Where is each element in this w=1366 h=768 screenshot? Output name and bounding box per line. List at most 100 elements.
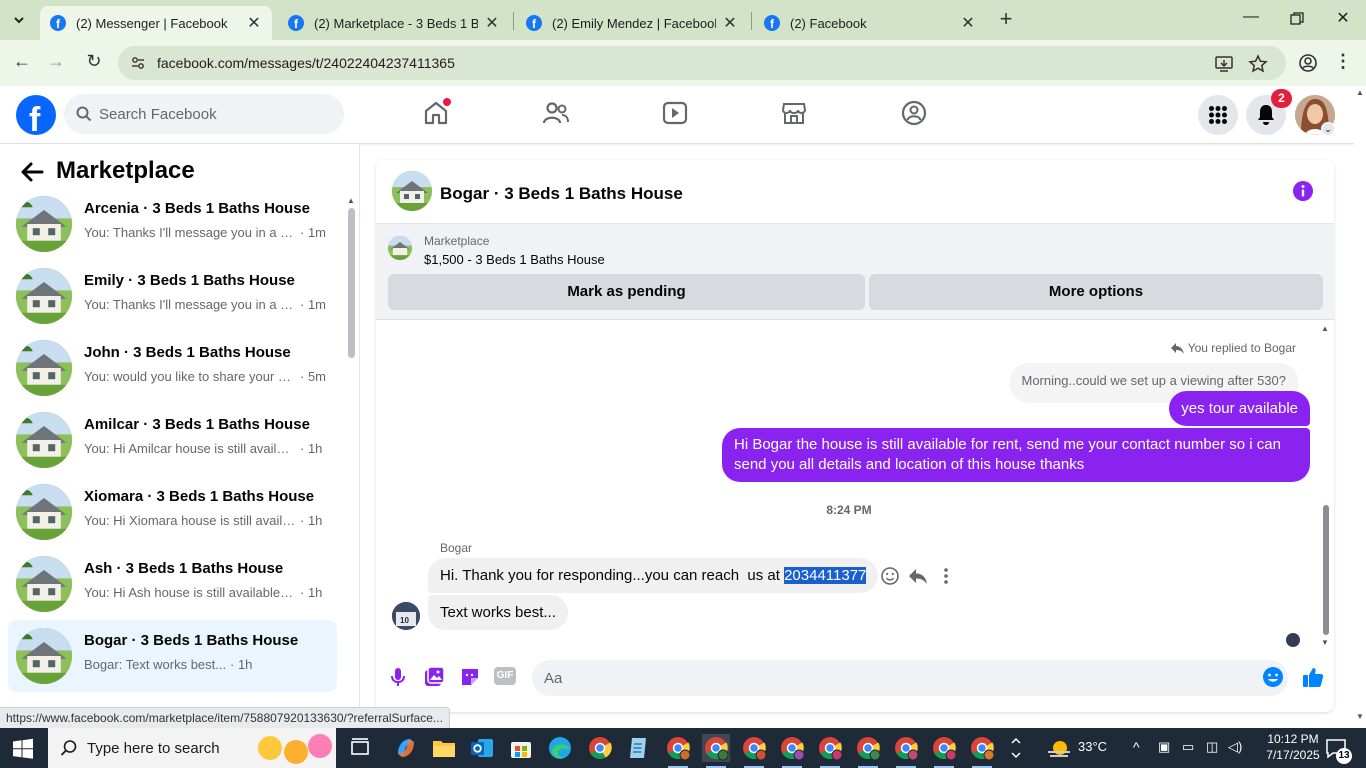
reload-button[interactable]: ↻	[82, 51, 106, 75]
message-input[interactable]	[532, 660, 1288, 696]
taskbar-chrome-window[interactable]	[892, 734, 920, 768]
taskbar-chrome-window[interactable]	[968, 734, 996, 768]
nav-friends[interactable]	[542, 100, 572, 130]
close-icon[interactable]: ✕	[722, 13, 738, 33]
tab-separator	[513, 12, 514, 30]
taskbar-file-explorer[interactable]	[430, 734, 458, 762]
restore-button[interactable]	[1282, 8, 1312, 32]
chrome-icon	[589, 737, 612, 759]
sent-message-bubble[interactable]: Hi Bogar the house is still available fo…	[722, 428, 1310, 482]
taskbar-store[interactable]	[507, 734, 535, 762]
received-message-bubble[interactable]: Text works best...	[428, 595, 568, 630]
site-info-icon[interactable]	[130, 55, 146, 71]
taskbar-chrome-window[interactable]	[930, 734, 958, 768]
taskbar-chrome-window[interactable]	[854, 734, 882, 768]
taskbar-chrome-window[interactable]	[740, 734, 768, 768]
conversation-item[interactable]: Xiomara · 3 Beds 1 Baths House You: Hi Xi…	[8, 476, 337, 548]
taskbar-chrome-window[interactable]	[778, 734, 806, 768]
taskbar-chrome[interactable]	[586, 734, 614, 762]
conversation-item[interactable]: Emily · 3 Beds 1 Baths House You: Thanks …	[8, 260, 337, 332]
taskbar-outlook[interactable]	[468, 734, 496, 762]
mark-as-pending-button[interactable]: Mark as pending	[388, 274, 865, 310]
search-input[interactable]	[99, 94, 329, 134]
browser-tab-marketplace[interactable]: f (2) Marketplace - 3 Beds 1 Bath ✕	[278, 6, 510, 40]
tray-chevron-icon[interactable]: ^	[1133, 739, 1140, 755]
taskbar-notepad[interactable]	[624, 734, 652, 762]
more-vertical-icon[interactable]	[936, 566, 956, 586]
weather-temperature[interactable]: 33°C	[1078, 739, 1107, 754]
volume-icon[interactable]: ◁)	[1228, 739, 1242, 755]
back-arrow-icon[interactable]	[18, 158, 46, 186]
message-composer: GIF	[376, 652, 1334, 712]
notepad-icon	[630, 738, 646, 758]
back-button[interactable]: ←	[10, 51, 34, 75]
profile-icon[interactable]	[1298, 53, 1318, 73]
network-icon[interactable]: ◫	[1206, 739, 1218, 755]
conversation-item[interactable]: Bogar · 3 Beds 1 Baths House Bogar: Text …	[8, 620, 337, 692]
taskbar-overflow-icon[interactable]	[1010, 732, 1022, 764]
listing-thumbnail[interactable]	[388, 236, 412, 260]
gif-icon[interactable]: GIF	[494, 667, 516, 685]
nav-marketplace[interactable]	[781, 100, 811, 130]
nav-home[interactable]	[423, 98, 453, 130]
like-thumb-icon[interactable]	[1301, 665, 1325, 689]
conversation-item[interactable]: Amilcar · 3 Beds 1 Baths House You: Hi Am…	[8, 404, 337, 476]
taskbar-chrome-window[interactable]	[816, 734, 844, 768]
weather-icon[interactable]	[1046, 736, 1072, 760]
battery-icon[interactable]: ▭	[1182, 739, 1194, 755]
menu-button[interactable]	[1198, 95, 1238, 135]
facebook-search[interactable]	[64, 94, 344, 134]
install-app-icon[interactable]	[1214, 54, 1234, 74]
info-icon[interactable]	[1293, 181, 1313, 201]
new-tab-button[interactable]: +	[994, 8, 1018, 32]
sticker-icon[interactable]	[458, 665, 482, 689]
browser-tab-messenger[interactable]: f (2) Messenger | Facebook ✕	[40, 6, 272, 40]
more-options-button[interactable]: More options	[869, 274, 1323, 310]
sent-message-bubble[interactable]: yes tour available	[1169, 391, 1310, 426]
omnibox[interactable]: facebook.com/messages/t/2402240423741136…	[118, 46, 1286, 80]
reply-arrow-icon	[1170, 342, 1184, 354]
react-emoji-icon[interactable]	[880, 566, 900, 586]
conversation-time: · 1h	[300, 585, 323, 600]
browser-menu-icon[interactable]: ⋮	[1334, 51, 1352, 72]
taskbar-copilot[interactable]	[392, 734, 420, 762]
task-view-button[interactable]	[346, 734, 374, 762]
nav-groups[interactable]	[901, 100, 931, 130]
taskbar-chrome-window[interactable]	[702, 734, 730, 768]
taskbar-chrome-window[interactable]	[664, 734, 692, 768]
taskbar-clock[interactable]: 10:12 PM 7/17/2025	[1262, 731, 1324, 763]
close-icon[interactable]: ✕	[246, 13, 262, 33]
browser-tab-emily[interactable]: f (2) Emily Mendez | Facebook ✕	[516, 6, 748, 40]
selected-phone-number[interactable]: 2034411377	[784, 567, 867, 584]
conversation-item[interactable]: Ash · 3 Beds 1 Baths House You: Hi Ash ho…	[8, 548, 337, 620]
received-message-bubble[interactable]: Hi. Thank you for responding...you can r…	[428, 558, 879, 593]
page-scrollbar[interactable]: ▲ ▼	[1354, 86, 1366, 728]
minimize-button[interactable]: —	[1236, 8, 1266, 32]
photo-icon[interactable]	[422, 665, 446, 689]
sidebar-scroll-thumb[interactable]	[348, 208, 355, 358]
bookmark-star-icon[interactable]	[1248, 54, 1268, 74]
sender-avatar[interactable]: 10	[392, 602, 420, 630]
listing-title[interactable]: $1,500 - 3 Beds 1 Baths House	[424, 252, 605, 267]
taskbar-edge[interactable]	[546, 734, 574, 762]
account-chevron-icon[interactable]: ⌄	[1321, 122, 1335, 136]
nav-video[interactable]	[662, 100, 692, 130]
facebook-logo-icon[interactable]: f	[16, 95, 56, 135]
tab-search-button[interactable]	[6, 8, 32, 32]
reply-icon[interactable]	[908, 566, 928, 586]
message-timestamp: 8:24 PM	[826, 503, 872, 517]
close-icon[interactable]: ✕	[484, 13, 500, 33]
conversation-item[interactable]: John · 3 Beds 1 Baths House You: would yo…	[8, 332, 337, 404]
browser-tab-facebook[interactable]: f (2) Facebook ✕	[754, 6, 986, 40]
meet-now-icon[interactable]: ▣	[1158, 739, 1170, 755]
microphone-icon[interactable]	[386, 665, 410, 689]
conversation-item[interactable]: Arcenia · 3 Beds 1 Baths House You: Thank…	[8, 188, 337, 260]
windows-start-icon[interactable]	[12, 738, 34, 760]
chat-avatar[interactable]	[392, 171, 432, 211]
taskbar-search[interactable]: Type here to search	[48, 728, 336, 768]
chat-scroll-thumb[interactable]	[1323, 505, 1329, 635]
forward-button[interactable]: →	[44, 51, 68, 75]
close-icon[interactable]: ✕	[960, 13, 976, 33]
close-window-button[interactable]: ✕	[1328, 8, 1358, 32]
emoji-icon[interactable]	[1261, 665, 1285, 689]
